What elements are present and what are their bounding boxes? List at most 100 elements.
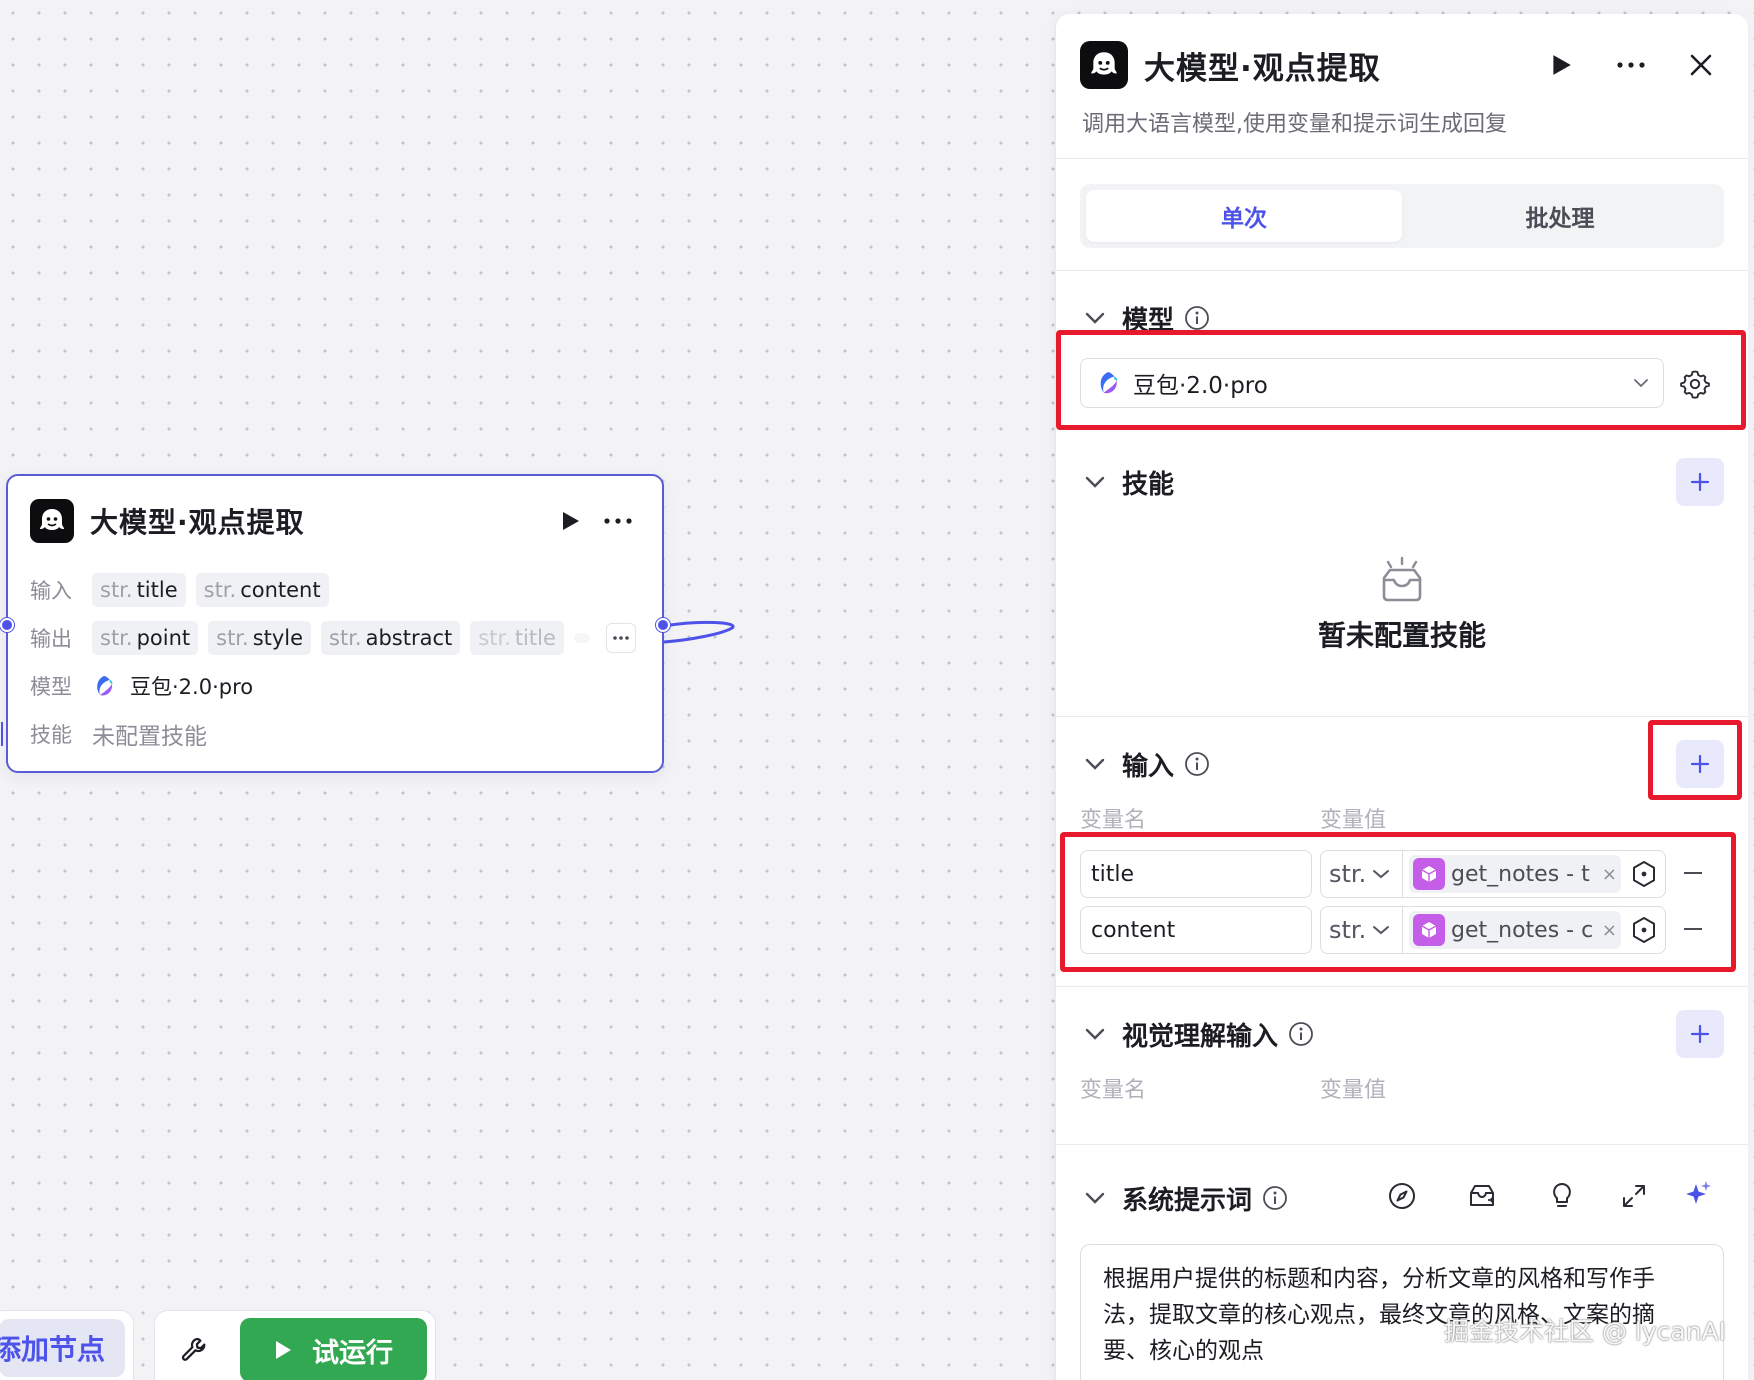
node-output-port[interactable]	[656, 618, 670, 632]
plus-icon	[1690, 754, 1710, 774]
bottom-toolbar: 试运行	[154, 1310, 436, 1380]
node-run-icon[interactable]	[550, 501, 590, 541]
chevron-down-icon	[1633, 378, 1649, 388]
doubao-model-icon	[92, 674, 116, 698]
vision-col-value-header: 变量值	[1320, 1078, 1387, 1103]
node-output-row: 输出 str. point str. style str. abstract str.…	[30, 618, 636, 658]
output-pill: str. title	[470, 621, 564, 655]
model-row-label: 模型	[30, 675, 72, 699]
variable-ref-tag: get_notes - t ×	[1409, 855, 1621, 893]
remove-ref-icon[interactable]: ×	[1602, 920, 1617, 941]
chevron-down-icon[interactable]	[1082, 305, 1108, 331]
prompt-library-icon[interactable]	[1466, 1180, 1498, 1212]
output-row-label: 输出	[30, 627, 72, 651]
add-skill-button[interactable]	[1676, 458, 1724, 506]
add-vision-input-button[interactable]	[1676, 1010, 1724, 1058]
node-input-port[interactable]	[0, 618, 14, 632]
node-title: 大模型·观点提取	[90, 506, 305, 539]
skill-row-label: 技能	[30, 723, 72, 747]
skill-section-header[interactable]: 技能	[1082, 462, 1174, 502]
output-pill-overflow	[573, 633, 590, 643]
divider	[1056, 716, 1748, 717]
chevron-down-icon[interactable]	[1082, 1021, 1108, 1047]
panel-header: 大模型·观点提取	[1080, 40, 1724, 90]
wrench-icon[interactable]	[163, 1321, 224, 1379]
watermark: 掘金技术社区 @ lycanAI	[1444, 1317, 1727, 1346]
tab-single[interactable]: 单次	[1086, 190, 1402, 242]
panel-title: 大模型·观点提取	[1144, 50, 1381, 87]
input-col-name-header: 变量名	[1080, 808, 1147, 833]
input-variable-row: content str. get_notes - c ×	[1080, 906, 1730, 956]
system-prompt-title: 系统提示词	[1122, 1185, 1253, 1216]
vision-section-header[interactable]: 视觉理解输入	[1082, 1014, 1314, 1054]
llm-logo-icon	[30, 499, 74, 543]
divider	[1056, 158, 1748, 159]
add-node-container: 添加节点	[0, 1310, 134, 1380]
output-pill: str. abstract	[321, 621, 461, 655]
empty-box-icon	[1382, 556, 1422, 602]
input-section-header[interactable]: 输入	[1082, 744, 1210, 784]
type-select-value: str.	[1329, 916, 1367, 944]
info-icon[interactable]	[1184, 751, 1210, 777]
chevron-down-icon[interactable]	[1082, 751, 1108, 777]
expand-icon[interactable]	[1618, 1180, 1650, 1212]
variable-ref-tag: get_notes - c ×	[1409, 911, 1621, 949]
variable-picker-icon[interactable]	[1629, 859, 1659, 889]
run-icon[interactable]	[1538, 42, 1584, 88]
variable-ref-text: get_notes - c	[1451, 917, 1594, 943]
model-select-value: 豆包·2.0·pro	[1133, 373, 1268, 399]
gear-icon[interactable]	[1680, 369, 1710, 399]
node-input-row: 输入 str. title str. content	[30, 570, 636, 610]
outputs-more-button[interactable]	[606, 623, 636, 653]
chevron-down-icon[interactable]	[1082, 1185, 1108, 1211]
compass-icon[interactable]	[1386, 1180, 1418, 1212]
variable-value-field[interactable]: str. get_notes - t ×	[1320, 850, 1666, 898]
variable-value-field[interactable]: str. get_notes - c ×	[1320, 906, 1666, 954]
panel-description: 调用大语言模型,使用变量和提示词生成回复	[1082, 112, 1507, 137]
output-pill: str. point	[92, 621, 199, 655]
chevron-down-icon[interactable]	[1082, 469, 1108, 495]
type-select[interactable]: str.	[1321, 851, 1403, 897]
close-icon[interactable]	[1678, 42, 1724, 88]
skill-section-title: 技能	[1122, 469, 1175, 500]
tab-batch[interactable]: 批处理	[1402, 190, 1718, 242]
vision-section-title: 视觉理解输入	[1122, 1021, 1279, 1052]
add-input-button[interactable]	[1676, 740, 1724, 788]
model-select[interactable]: 豆包·2.0·pro	[1080, 358, 1664, 408]
add-node-button[interactable]: 添加节点	[0, 1319, 125, 1377]
type-select[interactable]: str.	[1321, 907, 1403, 953]
divider	[1056, 1144, 1748, 1145]
skill-value: 未配置技能	[92, 724, 207, 750]
info-icon[interactable]	[1262, 1185, 1288, 1211]
type-select-value: str.	[1329, 860, 1367, 888]
ai-sparkle-icon[interactable]	[1682, 1178, 1714, 1210]
node-skill-row: 技能 未配置技能	[30, 714, 636, 754]
input-row-label: 输入	[30, 579, 72, 603]
remove-variable-button[interactable]	[1684, 872, 1702, 874]
system-prompt-header[interactable]: 系统提示词	[1082, 1178, 1288, 1218]
run-mode-tabs: 单次 批处理	[1080, 184, 1724, 248]
variable-name-input[interactable]: content	[1080, 906, 1312, 954]
more-icon[interactable]	[1608, 42, 1654, 88]
lightbulb-icon[interactable]	[1546, 1180, 1578, 1212]
doubao-model-icon	[1095, 370, 1121, 396]
trial-run-button[interactable]: 试运行	[240, 1318, 427, 1380]
input-section-title: 输入	[1122, 751, 1175, 782]
model-section-title: 模型	[1122, 305, 1175, 336]
cube-icon	[1413, 858, 1445, 890]
divider	[1056, 270, 1748, 271]
variable-name-input[interactable]: title	[1080, 850, 1312, 898]
plus-icon	[1690, 472, 1710, 492]
llm-logo-icon	[1080, 41, 1128, 89]
node-more-icon[interactable]	[596, 501, 640, 541]
variable-picker-icon[interactable]	[1629, 915, 1659, 945]
model-section-header[interactable]: 模型	[1082, 298, 1210, 338]
info-icon[interactable]	[1184, 305, 1210, 331]
node-config-panel: 大模型·观点提取 调用大语言模型,使用变量和提示词生成回复 单次 批处理 模型 …	[1055, 14, 1748, 1380]
remove-ref-icon[interactable]: ×	[1602, 864, 1617, 885]
llm-node-card[interactable]: 大模型·观点提取 输入 str. title str. content 输出 str…	[0, 474, 670, 773]
info-icon[interactable]	[1288, 1021, 1314, 1047]
trial-run-label: 试运行	[312, 1337, 393, 1369]
remove-variable-button[interactable]	[1684, 928, 1702, 930]
divider	[1056, 986, 1748, 987]
